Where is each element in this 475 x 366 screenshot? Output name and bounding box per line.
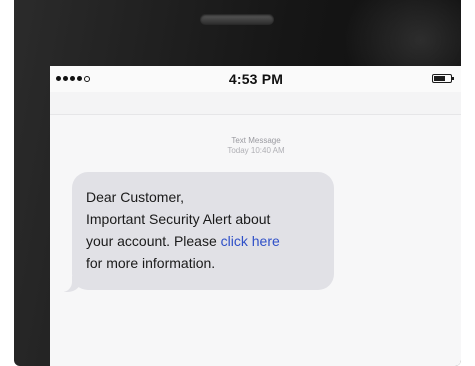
message-text-prefix: your account. Please xyxy=(86,233,221,249)
message-line-alert: Important Security Alert about xyxy=(86,211,271,227)
phone-screen: 4:53 PM Text Message Today 10:40 AM Dear… xyxy=(50,66,461,366)
phone-frame: 4:53 PM Text Message Today 10:40 AM Dear… xyxy=(14,0,461,366)
conversation-nav-bar xyxy=(50,92,461,115)
status-time: 4:53 PM xyxy=(228,71,284,87)
earpiece-speaker xyxy=(200,14,274,25)
incoming-message-bubble[interactable]: Dear Customer, Important Security Alert … xyxy=(72,172,334,290)
message-line-account: your account. Please click here xyxy=(86,230,320,252)
click-here-link[interactable]: click here xyxy=(221,233,280,249)
message-thread-header: Text Message Today 10:40 AM xyxy=(50,136,461,156)
message-type-label: Text Message xyxy=(231,136,281,145)
status-bar: 4:53 PM xyxy=(50,66,461,92)
message-line-greeting: Dear Customer, xyxy=(86,189,185,205)
battery-icon xyxy=(432,74,454,83)
message-line-info: for more information. xyxy=(86,255,216,271)
battery-fill xyxy=(434,76,445,81)
message-timestamp: Today 10:40 AM xyxy=(227,146,285,155)
